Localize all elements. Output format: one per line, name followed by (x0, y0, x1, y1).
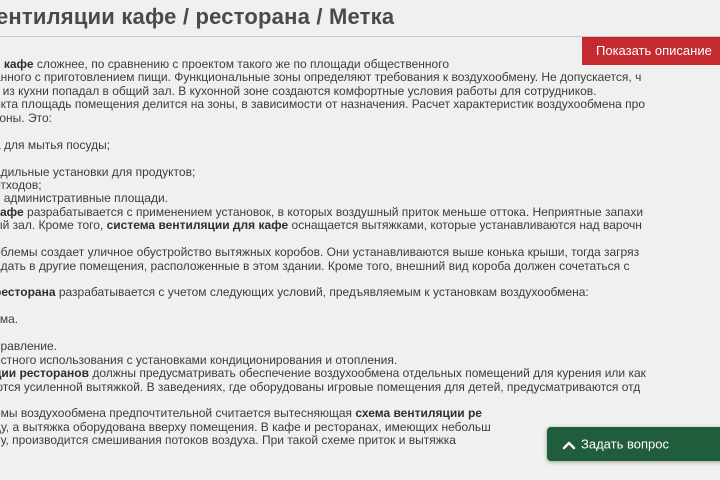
line-text: в административные площади. (0, 191, 168, 206)
line-text: ый зал. Кроме того, (0, 218, 107, 233)
line-text: ются усиленной вытяжкой. В заведениях, г… (0, 379, 641, 394)
article-line: адать в другие помещения, расположенные … (0, 258, 720, 273)
line-text: естного использования с установками конд… (0, 352, 398, 367)
article-line: к из кухни попадал в общий зал. В кухонн… (0, 83, 720, 98)
article-line: емы воздухообмена предпочтительной счита… (0, 407, 720, 420)
article-line: адильные установки для продуктов; (0, 164, 720, 179)
article-line (0, 394, 720, 407)
line-text: правление. (0, 339, 57, 354)
article-line: ресторана разрабатывается с учетом следу… (0, 286, 720, 299)
article-line (0, 233, 720, 246)
article-body: я кафе сложнее, по сравнению с проектом … (0, 57, 720, 448)
line-text: облемы создает уличное обустройство вытя… (0, 245, 640, 260)
highlighted-term: ресторана (0, 285, 56, 300)
article-line: облемы создает уличное обустройство вытя… (0, 245, 720, 260)
article-line: зоны. Это: (0, 110, 720, 125)
highlighted-term: кафе (3, 57, 34, 71)
highlighted-term: ции ресторанов (0, 366, 89, 381)
page-title: ентиляции кафе / ресторана / Метка (0, 4, 395, 29)
article-line: естного использования с установками конд… (0, 352, 720, 367)
show-description-button[interactable]: Показать описание (582, 37, 720, 65)
line-text: анного с приготовлением пищи. Функционал… (0, 70, 642, 85)
chevron-up-icon (562, 441, 576, 449)
line-text: сложнее, по сравнению с проектом такого … (33, 57, 450, 71)
line-text: ну, производится смешивания потоков возд… (0, 433, 456, 448)
article-line: ый зал. Кроме того, система вентиляции д… (0, 219, 720, 232)
article-line: екта площадь помещения делится на зоны, … (0, 98, 720, 111)
line-text: екта площадь помещения делится на зоны, … (0, 97, 646, 112)
article-line: ума. (0, 313, 720, 326)
article-line (0, 125, 720, 138)
line-text: зоны. Это: (0, 110, 52, 125)
highlighted-term: система вентиляции для кафе (106, 218, 289, 233)
line-text: отходов; (0, 177, 42, 192)
article-line (0, 273, 720, 286)
line-text: оснащается вытяжками, которые устанавлив… (288, 218, 642, 233)
article-line: правление. (0, 339, 720, 354)
line-text: емы воздухообмена предпочтительной счита… (0, 406, 356, 421)
line-text: ду, а вытяжка оборудована вверху помещен… (0, 419, 491, 434)
ask-question-button[interactable]: Задать вопрос (547, 427, 720, 461)
ask-question-label: Задать вопрос (581, 436, 669, 452)
line-text: к из кухни попадал в общий зал. В кухонн… (0, 83, 597, 98)
highlighted-term: кафе (0, 204, 24, 219)
line-text: разрабатывается с применением установок,… (23, 204, 644, 219)
article-line (0, 152, 720, 165)
article-line: кафе разрабатывается с применением устан… (0, 204, 720, 219)
article-line (0, 327, 720, 340)
article-line: анного с приготовлением пищи. Функционал… (0, 71, 720, 84)
line-text: разрабатывается с учетом следующих услов… (55, 285, 589, 300)
line-text: должны предусматривать обеспечение возду… (89, 366, 646, 381)
line-text: адильные установки для продуктов; (0, 164, 196, 179)
article-line: в административные площади. (0, 192, 720, 205)
article-line: ции ресторанов должны предусматривать об… (0, 366, 720, 381)
line-text: ума. (0, 312, 19, 327)
highlighted-term: схема вентиляции ре (355, 406, 482, 421)
article-line: а для мытья посуды; (0, 137, 720, 152)
article-line (0, 300, 720, 313)
line-text: а для мытья посуды; (0, 137, 111, 152)
line-text: адать в другие помещения, расположенные … (0, 258, 630, 273)
article-line: отходов; (0, 177, 720, 192)
article-line: ются усиленной вытяжкой. В заведениях, г… (0, 379, 720, 394)
